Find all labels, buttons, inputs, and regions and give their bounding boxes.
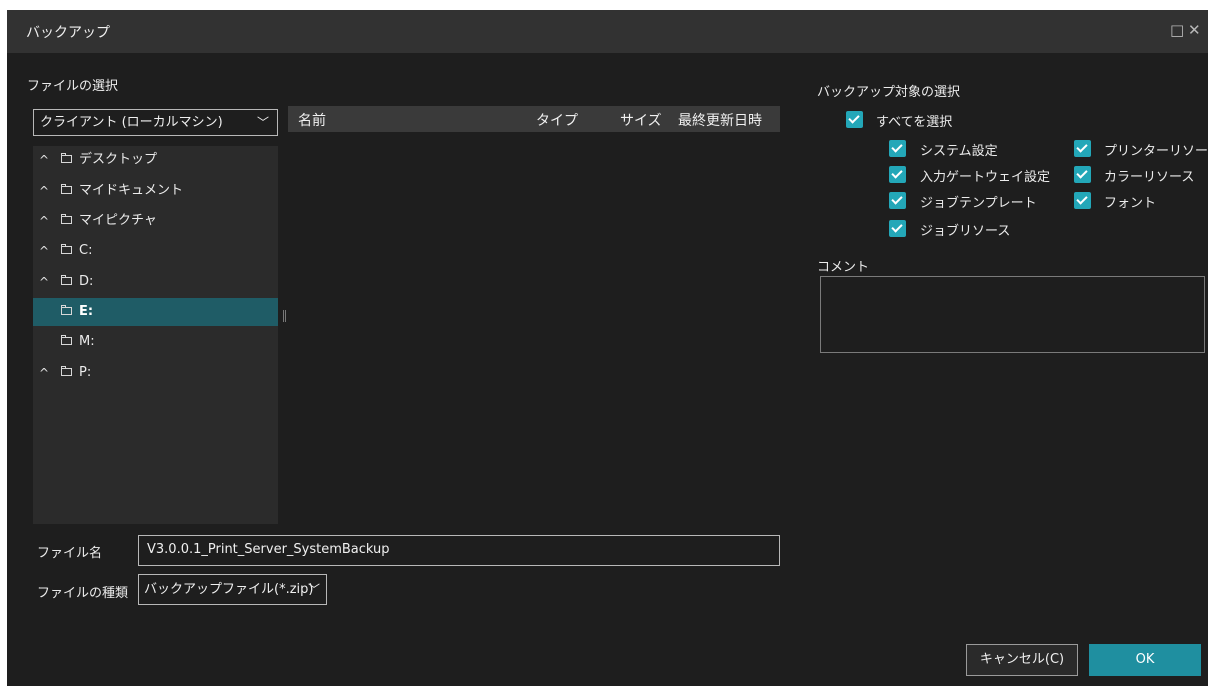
folder-icon [61, 275, 72, 285]
filename-label: ファイル名 [37, 546, 103, 561]
job-templates-checkbox[interactable] [889, 192, 906, 209]
window-title: バックアップ [26, 25, 110, 41]
fonts-checkbox[interactable] [1074, 192, 1091, 209]
expand-icon[interactable]: ^ [39, 237, 51, 265]
file-selection-heading: ファイルの選択 [27, 79, 119, 94]
job-resources-checkbox[interactable] [889, 220, 906, 237]
checkbox-label: システム設定 [920, 144, 998, 159]
close-icon[interactable]: ✕ [1188, 22, 1201, 38]
folder-icon [61, 214, 72, 224]
tree-item-label: D: [79, 274, 94, 289]
tree-item-drive-p[interactable]: ^ P: [33, 359, 278, 387]
file-list[interactable] [288, 132, 780, 524]
folder-icon [61, 184, 72, 194]
tree-item-label: マイピクチャ [79, 213, 157, 228]
tree-item-label: C: [79, 243, 93, 258]
comment-label: コメント [817, 260, 870, 275]
filetype-label: ファイルの種類 [37, 586, 129, 601]
folder-tree[interactable]: ^ デスクトップ ^ マイドキュメント ^ マイピクチャ ^ C: ^ D: E… [33, 146, 278, 524]
tree-item-label: P: [79, 365, 92, 380]
tree-item-label: E: [79, 304, 94, 319]
cancel-button[interactable]: キャンセル(C) [966, 644, 1078, 676]
tree-item-drive-d[interactable]: ^ D: [33, 268, 278, 296]
file-list-header: 名前 タイプ サイズ 最終更新日時 [288, 106, 780, 132]
tree-item-desktop[interactable]: ^ デスクトップ [33, 146, 278, 174]
tree-item-drive-e[interactable]: E: [33, 298, 278, 326]
select-all-label: すべてを選択 [876, 115, 953, 130]
checkbox-label: ジョブテンプレート [920, 196, 1037, 211]
expand-icon[interactable]: ^ [39, 207, 51, 235]
tree-item-drive-c[interactable]: ^ C: [33, 237, 278, 265]
pane-splitter-handle[interactable] [283, 310, 286, 322]
checkbox-label: プリンターリソース [1104, 144, 1208, 159]
tree-item-drive-m[interactable]: M: [33, 328, 278, 356]
printer-resources-checkbox[interactable] [1074, 140, 1091, 157]
location-select[interactable]: クライアント (ローカルマシン) ﹀ [33, 109, 278, 136]
expand-icon[interactable]: ^ [39, 146, 51, 174]
title-bar: バックアップ □ ✕ [7, 10, 1208, 53]
checkbox-label: ジョブリソース [920, 224, 1011, 239]
checkbox-label: 入力ゲートウェイ設定 [920, 170, 1051, 185]
backup-dialog: バックアップ □ ✕ ファイルの選択 クライアント (ローカルマシン) ﹀ ^ … [7, 10, 1208, 686]
select-all-checkbox[interactable] [846, 111, 863, 128]
color-resources-checkbox[interactable] [1074, 166, 1091, 183]
expand-icon[interactable]: ^ [39, 177, 51, 205]
ok-button[interactable]: OK [1089, 644, 1201, 676]
expand-icon[interactable]: ^ [39, 268, 51, 296]
chevron-down-icon: ﹀ [256, 115, 269, 129]
folder-icon [61, 366, 72, 376]
filename-input[interactable]: V3.0.0.1_Print_Server_SystemBackup [138, 535, 780, 566]
column-header-size[interactable]: サイズ [620, 110, 662, 130]
folder-icon [61, 335, 72, 345]
tree-item-label: マイドキュメント [79, 183, 184, 198]
tree-item-my-documents[interactable]: ^ マイドキュメント [33, 177, 278, 205]
open-folder-icon [61, 305, 72, 315]
system-settings-checkbox[interactable] [889, 140, 906, 157]
expand-icon[interactable]: ^ [39, 359, 51, 387]
checkbox-label: フォント [1104, 196, 1157, 211]
maximize-icon[interactable]: □ [1170, 22, 1184, 38]
column-header-name[interactable]: 名前 [298, 110, 326, 130]
chevron-down-icon: ﹀ [307, 582, 320, 596]
column-header-modified[interactable]: 最終更新日時 [678, 110, 762, 130]
filetype-select-value: バックアップファイル(*.zip) [144, 582, 314, 597]
filetype-select[interactable]: バックアップファイル(*.zip) ﹀ [138, 574, 327, 605]
tree-item-label: M: [79, 334, 95, 349]
tree-item-label: デスクトップ [79, 152, 158, 167]
backup-targets-heading: バックアップ対象の選択 [817, 85, 961, 100]
location-select-value: クライアント (ローカルマシン) [40, 115, 223, 130]
input-gateway-settings-checkbox[interactable] [889, 166, 906, 183]
tree-item-my-pictures[interactable]: ^ マイピクチャ [33, 207, 278, 235]
folder-icon [61, 244, 72, 254]
column-header-type[interactable]: タイプ [536, 110, 578, 130]
folder-icon [61, 153, 72, 163]
checkbox-label: カラーリソース [1104, 170, 1195, 185]
comment-textarea[interactable] [820, 276, 1205, 353]
